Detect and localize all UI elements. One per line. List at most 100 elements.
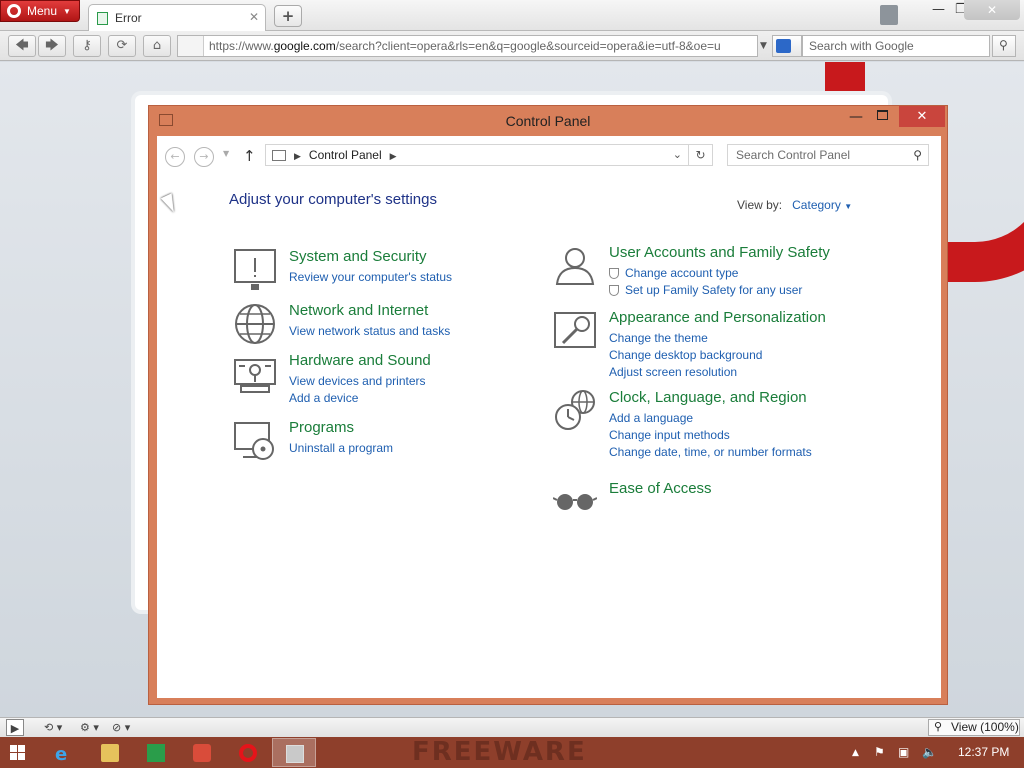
category-link[interactable]: Uninstall a program xyxy=(289,440,393,457)
category-link[interactable]: Change the theme xyxy=(609,330,762,347)
address-url: https://www.google.com/search?client=ope… xyxy=(209,39,721,53)
category-link[interactable]: Add a device xyxy=(289,390,426,407)
search-placeholder: Search with Google xyxy=(809,39,914,53)
control-panel-icon xyxy=(272,150,286,162)
breadcrumb-separator-icon: ▶ xyxy=(389,151,397,161)
volume-muted-icon[interactable]: 🔈 xyxy=(922,745,937,759)
category-title[interactable]: Clock, Language, and Region xyxy=(609,389,807,406)
category-link[interactable]: Change input methods xyxy=(609,427,812,444)
up-button[interactable]: ↑ xyxy=(243,147,256,165)
cp-forward-button[interactable]: → xyxy=(194,147,214,167)
sync-icon[interactable]: ⟲ ▾ xyxy=(44,719,62,736)
opera-taskbar-button[interactable] xyxy=(226,738,270,767)
category-title[interactable]: Programs xyxy=(289,419,354,436)
system-security-icon[interactable] xyxy=(233,248,277,292)
view-by-dropdown[interactable]: Category ▼ xyxy=(792,198,852,212)
category-link[interactable]: Change desktop background xyxy=(609,347,762,364)
network-globe-icon[interactable] xyxy=(233,302,277,346)
new-tab-button[interactable]: + xyxy=(274,5,302,27)
reload-button[interactable]: ⟳ xyxy=(108,35,136,57)
trash-icon[interactable] xyxy=(880,5,898,25)
category-link[interactable]: Change account type xyxy=(609,265,802,282)
home-button[interactable]: ⌂ xyxy=(143,35,171,57)
category-title[interactable]: Appearance and Personalization xyxy=(609,309,826,326)
clock-language-icon[interactable] xyxy=(553,389,597,433)
internet-explorer-button[interactable]: e xyxy=(42,738,86,767)
shield-icon xyxy=(609,268,619,280)
search-icon: ⚲ xyxy=(999,38,1008,52)
category-link[interactable]: View devices and printers xyxy=(289,373,426,390)
app-button[interactable] xyxy=(180,738,224,767)
chevron-down-icon[interactable]: ⌄ xyxy=(673,145,682,165)
breadcrumb[interactable]: ▶ Control Panel ▶ ⌄ xyxy=(265,144,689,166)
hardware-sound-icon[interactable] xyxy=(233,352,277,396)
browser-close-button[interactable]: ✕ xyxy=(964,0,1020,20)
address-field[interactable]: https://www.google.com/search?client=ope… xyxy=(177,35,758,57)
category-title[interactable]: System and Security xyxy=(289,248,427,265)
category-title[interactable]: User Accounts and Family Safety xyxy=(609,244,830,261)
category-link[interactable]: Change date, time, or number formats xyxy=(609,444,812,461)
search-icon: ⚲ xyxy=(913,148,922,162)
view-by: View by: Category ▼ xyxy=(737,198,852,212)
key-icon[interactable]: ⚷ xyxy=(73,35,101,57)
browser-tab[interactable]: Error ✕ xyxy=(88,4,266,31)
show-hidden-icons[interactable]: ▲ xyxy=(852,748,859,758)
back-button[interactable]: 🡄 xyxy=(8,35,36,57)
ease-of-access-icon[interactable] xyxy=(553,480,597,524)
network-icon[interactable]: ▣ xyxy=(898,745,909,759)
google-search-icon xyxy=(776,39,791,53)
file-explorer-button[interactable] xyxy=(88,738,132,767)
site-badge-icon xyxy=(178,36,204,56)
panel-toggle-icon[interactable]: ▶ xyxy=(6,719,24,736)
category-link[interactable]: Review your computer's status xyxy=(289,269,452,286)
watermark-text: FREEWARE xyxy=(412,737,587,767)
flag-icon[interactable]: ⚑ xyxy=(874,745,885,759)
folder-icon xyxy=(101,744,119,762)
minimize-button[interactable]: — xyxy=(932,2,945,17)
zoom-indicator[interactable]: ⚲ View (100%) xyxy=(928,719,1020,736)
forward-button[interactable]: 🡆 xyxy=(38,35,66,57)
close-tab-icon[interactable]: ✕ xyxy=(249,10,259,24)
appearance-icon[interactable] xyxy=(553,309,597,353)
search-engine-selector[interactable] xyxy=(772,35,802,57)
chevron-down-icon: ▼ xyxy=(63,6,71,16)
turbo-icon[interactable]: ⊘ ▾ xyxy=(112,719,130,736)
windows-start-icon[interactable] xyxy=(10,745,26,760)
page-icon xyxy=(97,11,108,25)
opera-menu-button[interactable]: Menu ▼ xyxy=(0,0,80,22)
address-dropdown-icon[interactable]: ▼ xyxy=(760,35,770,57)
category-link[interactable]: Set up Family Safety for any user xyxy=(609,282,802,299)
taskbar-clock[interactable]: 12:37 PM xyxy=(958,737,1009,768)
tab-title: Error xyxy=(115,11,142,25)
breadcrumb-separator-icon: ▶ xyxy=(294,151,301,161)
browser-status-bar: ▶ ⟲ ▾ ⚙ ▾ ⊘ ▾ ⚲ View (100%) xyxy=(0,717,1024,737)
category-title[interactable]: Network and Internet xyxy=(289,302,428,319)
share-icon[interactable]: ⚙ ▾ xyxy=(80,719,99,736)
cp-search-input[interactable]: Search Control Panel ⚲ xyxy=(727,144,929,166)
search-button[interactable]: ⚲ xyxy=(992,35,1016,57)
cp-maximize-button[interactable] xyxy=(877,110,888,120)
category-title[interactable]: Hardware and Sound xyxy=(289,352,431,369)
cp-close-button[interactable]: ✕ xyxy=(899,106,945,127)
recent-locations-dropdown[interactable]: ▼ xyxy=(223,149,229,158)
store-icon xyxy=(147,744,165,762)
cp-back-button[interactable]: ← xyxy=(165,147,185,167)
programs-icon[interactable] xyxy=(233,419,277,463)
refresh-button[interactable]: ↻ xyxy=(689,144,713,166)
store-button[interactable] xyxy=(134,738,178,767)
search-input[interactable]: Search with Google xyxy=(802,35,990,57)
zoom-icon: ⚲ xyxy=(934,721,943,733)
control-panel-taskbar-button[interactable] xyxy=(272,738,316,767)
caret-down-icon: ▼ xyxy=(844,202,853,211)
category-link[interactable]: View network status and tasks xyxy=(289,323,450,340)
address-toolbar: 🡄 🡆 ⚷ ⟳ ⌂ https://www.google.com/search?… xyxy=(0,31,1024,61)
zoom-label: View (100%) xyxy=(951,720,1019,734)
category-link[interactable]: Add a language xyxy=(609,410,812,427)
user-accounts-icon[interactable] xyxy=(553,244,597,288)
category-title[interactable]: Ease of Access xyxy=(609,480,712,497)
category-link[interactable]: Adjust screen resolution xyxy=(609,364,762,381)
cp-minimize-button[interactable]: — xyxy=(849,109,863,125)
menu-label: Menu xyxy=(27,4,58,18)
breadcrumb-item[interactable]: Control Panel xyxy=(309,148,382,162)
windows-taskbar: FREEWARE e ▲ ⚑ ▣ 🔈 12:37 PM xyxy=(0,737,1024,768)
